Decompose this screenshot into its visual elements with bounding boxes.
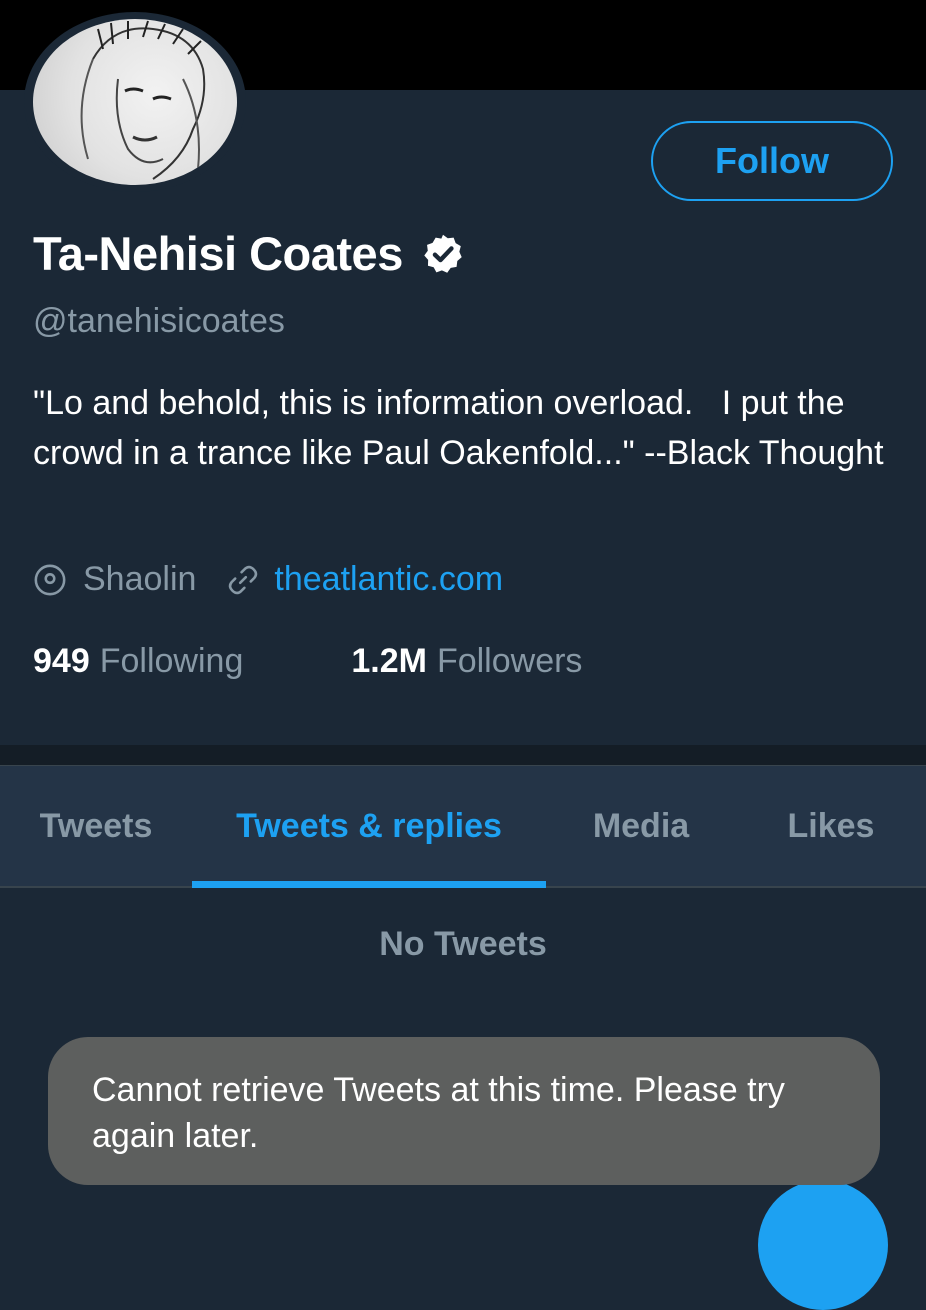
following-label: Following [99,642,244,680]
profile-tab-bar: Tweets Tweets & replies Media Likes [0,766,926,886]
tab-likes[interactable]: Likes [736,766,926,886]
location-pin-icon [34,564,66,595]
follow-button[interactable]: Follow [651,121,893,201]
display-name: Ta-Nehisi Coates [33,227,403,280]
verified-badge-icon [424,234,462,273]
tab-media[interactable]: Media [546,766,736,886]
link-icon [229,565,258,594]
profile-website-link[interactable]: theatlantic.com [274,560,503,599]
profile-stats: 949 Following 1.2M Followers [33,642,582,681]
active-tab-indicator [192,881,546,888]
user-handle: @tanehisicoates [33,302,285,340]
followers-label: Followers [436,642,583,680]
tab-tweets-and-replies[interactable]: Tweets & replies [192,766,546,886]
empty-timeline-label: No Tweets [379,925,547,963]
profile-bio: "Lo and behold, this is information over… [33,384,884,472]
following-count: 949 [33,642,90,680]
profile-meta: Shaolin theatlantic.com [33,560,503,599]
name-row: Ta-Nehisi Coates [33,226,465,281]
followers-stat[interactable]: 1.2M Followers [351,642,582,681]
tab-tweets[interactable]: Tweets [0,766,192,886]
followers-count: 1.2M [351,642,427,680]
profile-location: Shaolin [83,560,197,598]
avatar-image [33,19,237,185]
avatar[interactable] [24,12,246,192]
section-divider [0,745,926,765]
following-stat[interactable]: 949 Following [33,642,243,681]
avatar-sketch-icon [80,20,206,180]
error-toast: Cannot retrieve Tweets at this time. Ple… [48,1037,880,1185]
